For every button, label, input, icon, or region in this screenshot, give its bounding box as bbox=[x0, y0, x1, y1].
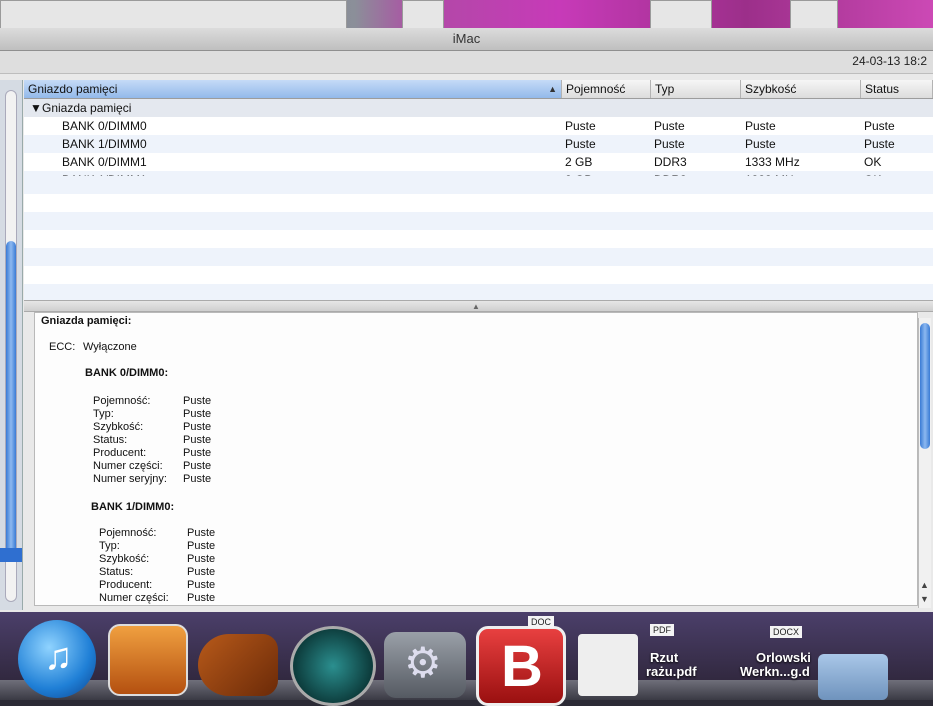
field-value: Puste bbox=[183, 421, 212, 433]
field-label: Numer części: bbox=[99, 592, 169, 604]
field-label: Status: bbox=[93, 434, 128, 446]
pane-splitter[interactable]: ▲ bbox=[24, 300, 933, 312]
ecc-label: ECC: bbox=[49, 341, 76, 353]
field-value: Puste bbox=[183, 408, 212, 420]
time-machine-icon[interactable] bbox=[290, 626, 376, 706]
table-row[interactable]: BANK 0/DIMM0 Puste Puste Puste Puste bbox=[24, 117, 933, 135]
detail-scroll-thumb[interactable] bbox=[920, 323, 930, 449]
field-label: Numer seryjny: bbox=[93, 473, 167, 485]
field-value: Puste bbox=[183, 434, 212, 446]
field-value: Puste bbox=[187, 553, 216, 565]
system-preferences-icon[interactable]: ⚙ bbox=[384, 632, 466, 698]
table-header: Gniazdo pamięci ▲ Pojemność Typ Szybkość… bbox=[24, 80, 933, 99]
field-label: Typ: bbox=[99, 540, 120, 552]
field-label: Typ: bbox=[93, 408, 114, 420]
desktop-background bbox=[0, 0, 933, 30]
gear-icon: ⚙ bbox=[404, 639, 442, 686]
file2-label[interactable]: Orlowski bbox=[756, 650, 811, 665]
sidebar-scrollbar[interactable] bbox=[5, 90, 17, 602]
window-title: iMac bbox=[452, 31, 481, 46]
ecc-value: Wyłączone bbox=[83, 341, 137, 353]
doc-tag: DOC bbox=[528, 616, 554, 628]
pdf-tag: PDF bbox=[650, 624, 674, 636]
window-toolbar: 24-03-13 18:2 bbox=[0, 51, 933, 74]
sort-up-icon: ▲ bbox=[548, 84, 557, 94]
field-label: Producent: bbox=[93, 447, 147, 459]
disclosure-triangle-icon[interactable]: ▼ bbox=[30, 99, 42, 117]
field-label: Numer części: bbox=[93, 460, 163, 472]
window-titlebar[interactable]: iMac bbox=[0, 28, 933, 51]
timestamp: 24-03-13 18:2 bbox=[852, 54, 927, 68]
field-label: Status: bbox=[99, 566, 134, 578]
column-header-slot[interactable]: Gniazdo pamięci ▲ bbox=[24, 80, 562, 98]
field-value: Puste bbox=[183, 447, 212, 459]
field-label: Producent: bbox=[99, 579, 153, 591]
column-header-capacity[interactable]: Pojemność bbox=[562, 80, 651, 98]
folder-icon[interactable] bbox=[818, 654, 888, 700]
field-value: Puste bbox=[187, 579, 216, 591]
file2-subtitle: Werkn...g.d bbox=[740, 664, 810, 679]
system-profiler-window: iMac 24-03-13 18:2 Gniazdo pamięci ▲ Poj… bbox=[0, 28, 933, 616]
bank0-title: BANK 0/DIMM0: bbox=[85, 367, 169, 379]
field-label: Szybkość: bbox=[93, 421, 144, 433]
letter-b-icon: B bbox=[501, 634, 543, 699]
field-label: Pojemność: bbox=[93, 395, 151, 407]
music-note-icon: ♫ bbox=[44, 636, 73, 678]
dock: ♫ ⚙ B DOC PDF Rzut rażu.pdf DOCX Orlowsk… bbox=[0, 612, 933, 706]
sidebar bbox=[0, 80, 23, 610]
field-value: Puste bbox=[187, 527, 216, 539]
field-value: Puste bbox=[187, 592, 216, 604]
detail-pane: Gniazda pamięci: ECC: Wyłączone BANK 0/D… bbox=[34, 312, 918, 606]
docx-tag: DOCX bbox=[770, 626, 803, 638]
column-header-type[interactable]: Typ bbox=[651, 80, 741, 98]
background-window bbox=[0, 0, 347, 30]
table-row[interactable]: BANK 0/DIMM1 2 GB DDR3 1333 MHz OK bbox=[24, 153, 933, 171]
bank1-title: BANK 1/DIMM0: bbox=[91, 501, 175, 513]
detail-scrollbar[interactable]: ▲ ▼ bbox=[918, 318, 931, 608]
column-header-status[interactable]: Status bbox=[861, 80, 933, 98]
iphoto-icon[interactable] bbox=[108, 624, 188, 696]
field-value: Puste bbox=[183, 473, 212, 485]
background-thumbnail bbox=[790, 0, 838, 30]
document-icon[interactable] bbox=[578, 634, 638, 696]
garageband-icon[interactable] bbox=[198, 634, 278, 696]
splitter-handle-icon[interactable]: ▲ bbox=[472, 302, 480, 311]
background-thumbnail bbox=[402, 0, 444, 30]
field-value: Puste bbox=[183, 395, 212, 407]
column-header-speed[interactable]: Szybkość bbox=[741, 80, 861, 98]
sidebar-selected-item[interactable] bbox=[0, 548, 22, 562]
field-value: Puste bbox=[187, 566, 216, 578]
app-b-icon[interactable]: B bbox=[476, 626, 566, 706]
field-label: Pojemność: bbox=[99, 527, 157, 539]
detail-heading: Gniazda pamięci: bbox=[41, 315, 132, 327]
field-label: Szybkość: bbox=[99, 553, 150, 565]
memory-slots-table: Gniazdo pamięci ▲ Pojemność Typ Szybkość… bbox=[24, 80, 933, 300]
table-row[interactable]: BANK 1/DIMM0 Puste Puste Puste Puste bbox=[24, 135, 933, 153]
scroll-up-icon[interactable]: ▲ bbox=[920, 580, 929, 590]
itunes-icon[interactable]: ♫ bbox=[18, 620, 96, 698]
file1-subtitle: rażu.pdf bbox=[646, 664, 697, 679]
field-value: Puste bbox=[183, 460, 212, 472]
field-value: Puste bbox=[187, 540, 216, 552]
scroll-down-icon[interactable]: ▼ bbox=[920, 594, 929, 604]
table-group-row[interactable]: ▼ Gniazda pamięci bbox=[24, 99, 933, 117]
file1-label[interactable]: Rzut bbox=[650, 650, 678, 665]
table-empty-rows bbox=[24, 176, 933, 300]
sidebar-scroll-thumb[interactable] bbox=[6, 241, 16, 561]
background-thumbnail bbox=[650, 0, 712, 30]
